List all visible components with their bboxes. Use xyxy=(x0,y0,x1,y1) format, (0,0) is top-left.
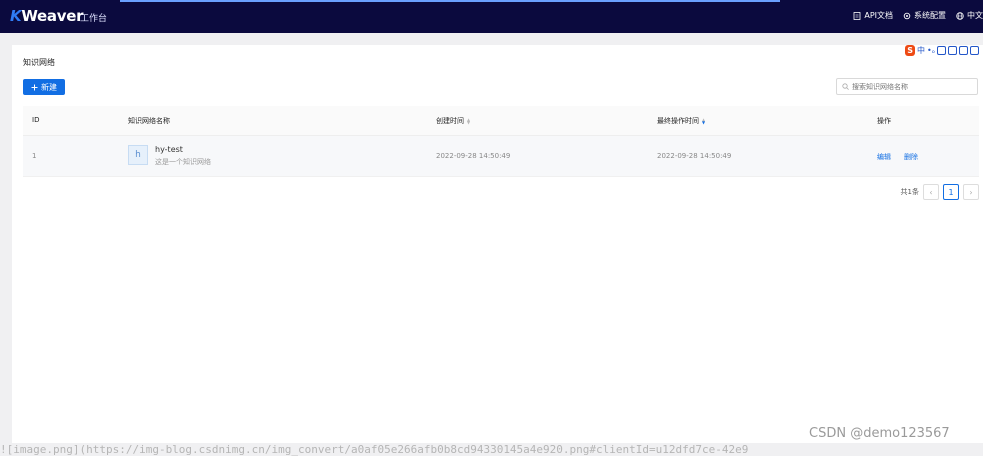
ime-toolbar: S 中 •ₒ xyxy=(905,43,979,57)
add-network-button[interactable]: 新建 xyxy=(23,79,65,95)
created-time: 2022-09-28 14:50:49 xyxy=(436,152,511,160)
language-label: 中文 xyxy=(967,11,983,20)
add-button-label: 新建 xyxy=(41,82,57,92)
system-config-link[interactable]: 系统配置 xyxy=(903,10,946,21)
language-switch[interactable]: 中文 xyxy=(956,10,983,21)
ime-punctuation[interactable]: •ₒ xyxy=(927,46,935,55)
kweaver-logo[interactable]: KWeaver xyxy=(10,7,83,25)
delete-link[interactable]: 删除 xyxy=(904,152,918,162)
pagination: 共1条 ‹ 1 › xyxy=(901,184,979,200)
search-input[interactable] xyxy=(852,82,972,91)
main-content: S 中 •ₒ 知识网络 新建 ID 知识网络名称 创建时间 ▲▼ 最终操作时间 … xyxy=(12,43,983,443)
table-header: ID 知识网络名称 创建时间 ▲ ▼ 最终操作时间 ▲ ▼ 操作 xyxy=(23,106,979,136)
next-page-button[interactable]: › xyxy=(963,184,979,200)
system-config-label: 系统配置 xyxy=(914,11,946,20)
browser-scroll-indicator xyxy=(120,0,780,2)
prev-page-button[interactable]: ‹ xyxy=(923,184,939,200)
sort-icon[interactable]: ▲ ▼ xyxy=(467,118,470,125)
col-id: ID xyxy=(32,116,40,124)
network-description: 这是一个知识网络 xyxy=(155,158,211,166)
page-title: 知识网络 xyxy=(23,58,55,67)
updated-time: 2022-09-28 14:50:49 xyxy=(657,152,732,160)
row-id: 1 xyxy=(32,152,37,160)
knowledge-network-table: ID 知识网络名称 创建时间 ▲ ▼ 最终操作时间 ▲ ▼ 操作 1 h hy-te… xyxy=(23,106,979,177)
col-created-label: 创建时间 xyxy=(436,117,464,125)
search-box[interactable] xyxy=(836,78,978,95)
col-updated[interactable]: 最终操作时间 ▲ ▼ xyxy=(657,116,705,126)
document-icon xyxy=(853,11,861,20)
top-right-menu: API文档 系统配置 中文 xyxy=(853,10,983,21)
edit-link[interactable]: 编辑 xyxy=(877,152,891,162)
ime-chinese-mode[interactable]: 中 xyxy=(917,45,925,56)
col-updated-label: 最终操作时间 xyxy=(657,117,699,125)
ime-emoji-icon[interactable] xyxy=(937,45,946,55)
nav-workbench[interactable]: 工作台 xyxy=(80,11,107,24)
api-docs-label: API文档 xyxy=(864,11,893,20)
pagination-total: 共1条 xyxy=(900,188,919,196)
plus-icon xyxy=(31,84,38,90)
top-navbar: KWeaver 工作台 API文档 系统配置 中文 xyxy=(0,0,983,33)
csdn-watermark: CSDN @demo123567 xyxy=(809,426,950,441)
network-name[interactable]: hy-test xyxy=(155,145,183,154)
network-avatar: h xyxy=(128,145,148,165)
api-docs-link[interactable]: API文档 xyxy=(853,10,893,21)
ime-voice-icon[interactable] xyxy=(948,45,957,55)
globe-icon xyxy=(956,11,964,20)
ime-tools-icon[interactable] xyxy=(970,45,979,55)
page-number-1[interactable]: 1 xyxy=(943,184,959,200)
search-icon xyxy=(842,83,849,90)
sort-desc-icon[interactable]: ▲ ▼ xyxy=(702,118,705,125)
ime-keyboard-icon[interactable] xyxy=(959,45,968,55)
col-actions: 操作 xyxy=(877,117,891,125)
sogou-logo[interactable]: S xyxy=(905,44,915,56)
col-created[interactable]: 创建时间 ▲ ▼ xyxy=(436,116,470,126)
gear-icon xyxy=(903,12,911,19)
col-name: 知识网络名称 xyxy=(128,117,170,125)
table-row[interactable]: 1 h hy-test 这是一个知识网络 2022-09-28 14:50:49… xyxy=(23,136,979,177)
